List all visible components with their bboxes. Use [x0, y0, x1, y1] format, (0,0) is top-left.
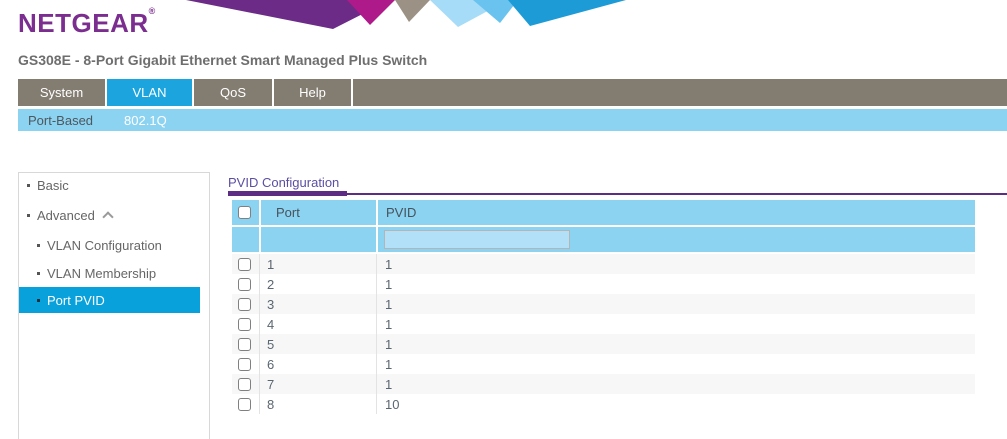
nav-tab-system[interactable]: System [18, 79, 107, 106]
table-row: 6 1 [232, 354, 975, 374]
chevron-up-icon [102, 211, 113, 222]
port-cell: 3 [259, 294, 376, 314]
sidebar-item-port-pvid[interactable]: Port PVID [19, 287, 200, 313]
bullet-icon [37, 299, 40, 302]
port-cell: 6 [259, 354, 376, 374]
sidebar-item-advanced[interactable]: Advanced [19, 205, 209, 225]
sidebar-item-vlan-membership[interactable]: VLAN Membership [19, 263, 209, 283]
pvid-cell: 1 [376, 294, 975, 314]
sidebar-item-label: VLAN Configuration [47, 238, 162, 253]
row-checkbox-port-2[interactable] [238, 278, 251, 291]
nav-tab-help[interactable]: Help [274, 79, 353, 106]
row-checkbox-port-6[interactable] [238, 358, 251, 371]
page-title: PVID Configuration [228, 175, 339, 190]
port-cell: 1 [259, 254, 376, 274]
row-checkbox-port-4[interactable] [238, 318, 251, 331]
table-row: 7 1 [232, 374, 975, 394]
device-title: GS308E - 8-Port Gigabit Ethernet Smart M… [18, 52, 427, 68]
pvid-cell: 10 [376, 394, 975, 414]
select-all-checkbox[interactable] [238, 206, 251, 219]
row-checkbox-port-3[interactable] [238, 298, 251, 311]
port-cell: 7 [259, 374, 376, 394]
pvid-cell: 1 [376, 274, 975, 294]
bullet-icon [27, 214, 30, 217]
subnav-item-8021q[interactable]: 802.1Q [114, 113, 177, 128]
table-filter-row [232, 227, 975, 252]
netgear-logo: NETGEAR® [18, 6, 156, 39]
pvid-cell: 1 [376, 354, 975, 374]
subnav-item-port-based[interactable]: Port-Based [18, 113, 103, 128]
bullet-icon [37, 272, 40, 275]
netgear-logo-text: NETGEAR [18, 8, 149, 38]
table-row: 2 1 [232, 274, 975, 294]
sidebar-item-label: VLAN Membership [47, 266, 156, 281]
port-cell: 4 [259, 314, 376, 334]
sidebar-item-label: Port PVID [47, 293, 105, 308]
pvid-filter-input[interactable] [384, 230, 570, 249]
sidebar-item-label: Basic [37, 178, 69, 193]
port-cell: 2 [259, 274, 376, 294]
pvid-cell: 1 [376, 334, 975, 354]
pvid-table: Port PVID 1 1 2 1 3 1 4 1 5 1 6 1 [232, 200, 975, 414]
pvid-cell: 1 [376, 314, 975, 334]
table-row: 3 1 [232, 294, 975, 314]
nav-tab-vlan[interactable]: VLAN [107, 79, 194, 106]
registered-mark: ® [149, 6, 156, 16]
port-cell: 5 [259, 334, 376, 354]
bullet-icon [37, 244, 40, 247]
table-row: 1 1 [232, 254, 975, 274]
pvid-cell: 1 [376, 254, 975, 274]
row-checkbox-port-8[interactable] [238, 398, 251, 411]
column-header-port: Port [259, 200, 376, 225]
column-header-pvid: PVID [376, 200, 975, 225]
table-row: 4 1 [232, 314, 975, 334]
sub-nav: Port-Based 802.1Q [18, 109, 1007, 131]
sidebar-item-label: Advanced [37, 208, 95, 223]
banner-graphic [168, 0, 628, 30]
row-checkbox-port-1[interactable] [238, 258, 251, 271]
sidebar: Basic Advanced VLAN Configuration VLAN M… [18, 172, 210, 439]
sidebar-item-vlan-configuration[interactable]: VLAN Configuration [19, 235, 209, 255]
table-row: 5 1 [232, 334, 975, 354]
sidebar-item-basic[interactable]: Basic [19, 175, 209, 195]
row-checkbox-port-5[interactable] [238, 338, 251, 351]
heading-underline [228, 191, 1007, 196]
nav-tab-qos[interactable]: QoS [194, 79, 274, 106]
port-cell: 8 [259, 394, 376, 414]
row-checkbox-port-7[interactable] [238, 378, 251, 391]
bullet-icon [27, 184, 30, 187]
main-nav: System VLAN QoS Help [18, 79, 1007, 106]
pvid-cell: 1 [376, 374, 975, 394]
table-header-row: Port PVID [232, 200, 975, 225]
table-row: 8 10 [232, 394, 975, 414]
